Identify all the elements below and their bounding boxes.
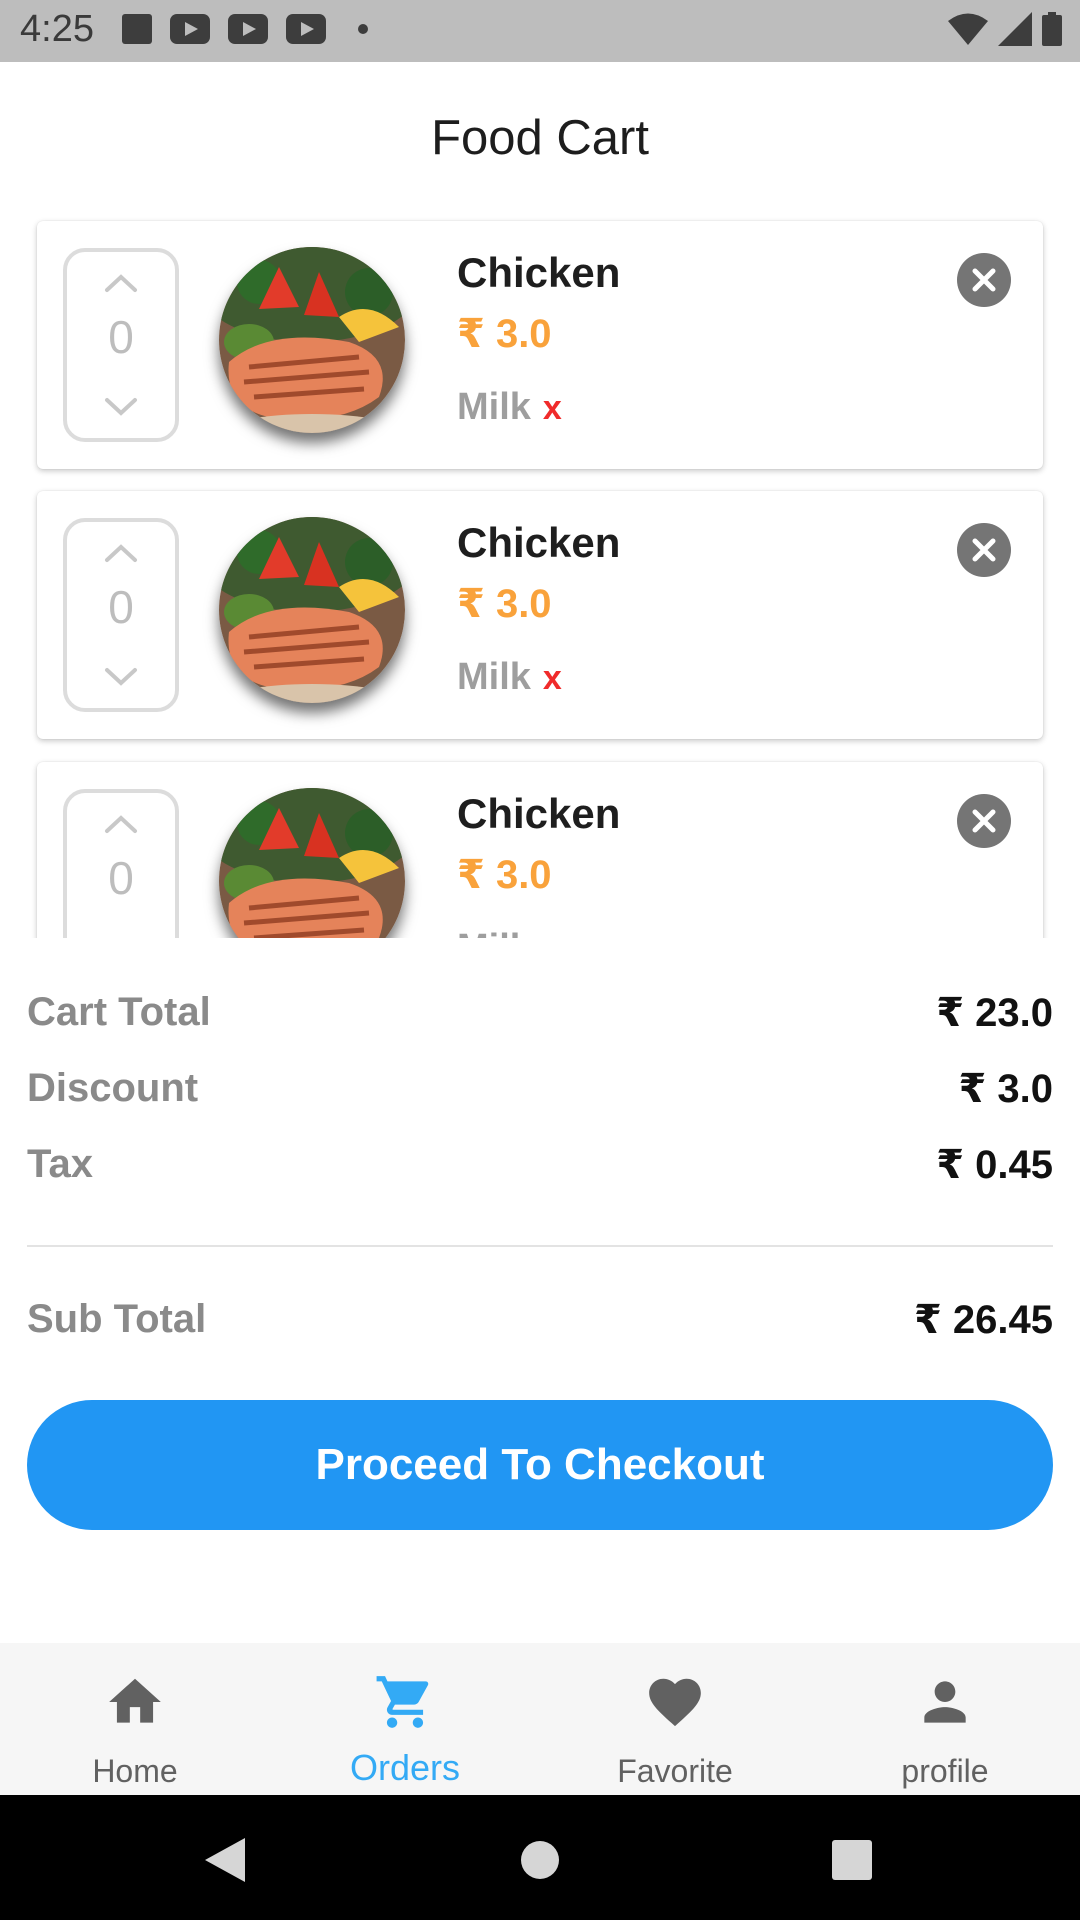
quantity-decrease-button[interactable] bbox=[67, 923, 175, 938]
nav-item-home[interactable]: Home bbox=[0, 1643, 270, 1795]
close-icon bbox=[972, 538, 996, 562]
close-icon bbox=[972, 809, 996, 833]
quantity-increase-button[interactable] bbox=[67, 258, 175, 308]
recents-square-icon[interactable] bbox=[832, 1840, 872, 1880]
chevron-down-icon bbox=[105, 398, 137, 416]
close-icon bbox=[972, 268, 996, 292]
cart-item-card: 0 Chicken ₹ 3.0 Milkx bbox=[37, 221, 1043, 469]
nav-label-home: Home bbox=[92, 1753, 178, 1789]
notification-icons bbox=[122, 14, 368, 44]
item-price: ₹ 3.0 bbox=[457, 853, 552, 897]
back-icon[interactable] bbox=[205, 1838, 245, 1882]
item-addon: Milk x bbox=[457, 927, 562, 938]
remove-item-button[interactable] bbox=[957, 523, 1011, 577]
more-notifications-dot-icon bbox=[358, 24, 368, 34]
remove-addon-button[interactable]: x bbox=[543, 659, 562, 697]
tax-label: Tax bbox=[27, 1142, 93, 1186]
cart-total-row: Cart Total ₹ 23.0 bbox=[27, 990, 1053, 1050]
quantity-increase-button[interactable] bbox=[67, 528, 175, 578]
discount-row: Discount ₹ 3.0 bbox=[27, 1066, 1053, 1126]
quantity-decrease-button[interactable] bbox=[67, 652, 175, 702]
quantity-stepper: 0 bbox=[63, 248, 179, 442]
person-icon bbox=[924, 1681, 966, 1723]
sub-total-label: Sub Total bbox=[27, 1297, 207, 1341]
food-image bbox=[219, 788, 405, 938]
wifi-icon bbox=[948, 13, 988, 45]
cart-item-list[interactable]: 0 Chicken ₹ 3.0 Milk x 0 Chicken ₹ 3.0 M… bbox=[0, 200, 1080, 938]
home-circle-icon[interactable] bbox=[520, 1840, 560, 1880]
item-name: Chicken bbox=[457, 249, 621, 296]
signal-icon bbox=[998, 12, 1032, 46]
food-image bbox=[219, 247, 405, 433]
quantity-increase-button[interactable] bbox=[67, 799, 175, 849]
system-icons bbox=[948, 12, 1062, 46]
quantity-value: 0 bbox=[108, 852, 134, 904]
nav-item-profile[interactable]: profile bbox=[810, 1643, 1080, 1795]
chevron-up-icon bbox=[105, 544, 137, 562]
quantity-stepper: 0 bbox=[63, 789, 179, 938]
food-image bbox=[219, 517, 405, 703]
quantity-stepper: 0 bbox=[63, 518, 179, 712]
remove-item-button[interactable] bbox=[957, 794, 1011, 848]
system-navigation-bar bbox=[0, 1795, 1080, 1920]
sub-total-row: Sub Total ₹ 26.45 bbox=[27, 1297, 1053, 1357]
chevron-up-icon bbox=[105, 815, 137, 833]
quantity-value: 0 bbox=[108, 581, 134, 633]
status-time: 4:25 bbox=[20, 8, 94, 50]
addon-label: Milk bbox=[457, 656, 531, 698]
nav-label-orders: Orders bbox=[349, 1747, 461, 1788]
quantity-decrease-button[interactable] bbox=[67, 382, 175, 432]
status-bar: 4:25 bbox=[0, 0, 1080, 62]
item-price: ₹ 3.0 bbox=[457, 312, 552, 356]
tax-value: ₹ 0.45 bbox=[936, 1143, 1053, 1187]
cart-item-card: 0 Chicken ₹ 3.0 Milk x bbox=[37, 762, 1043, 938]
item-name: Chicken bbox=[457, 519, 621, 566]
summary-divider bbox=[27, 1245, 1053, 1247]
youtube-icon bbox=[286, 14, 326, 44]
youtube-icon bbox=[228, 14, 268, 44]
cart-item-card: 0 Chicken ₹ 3.0 Milkx bbox=[37, 491, 1043, 739]
battery-icon bbox=[1042, 12, 1062, 46]
remove-addon-button[interactable]: x bbox=[543, 389, 562, 427]
discount-value: ₹ 3.0 bbox=[958, 1067, 1053, 1111]
page-title: Food Cart bbox=[431, 111, 649, 165]
cart-total-label: Cart Total bbox=[27, 990, 211, 1034]
home-icon bbox=[109, 1678, 161, 1723]
remove-item-button[interactable] bbox=[957, 253, 1011, 307]
remove-addon-button[interactable]: x bbox=[543, 930, 562, 938]
sub-total-value: ₹ 26.45 bbox=[913, 1298, 1053, 1342]
item-price: ₹ 3.0 bbox=[457, 582, 552, 626]
addon-label: Milk bbox=[457, 927, 531, 938]
cart-total-value: ₹ 23.0 bbox=[936, 991, 1053, 1035]
addon-label: Milk bbox=[457, 386, 531, 428]
nav-item-favorite[interactable]: Favorite bbox=[540, 1643, 810, 1795]
item-addon: Milkx bbox=[457, 386, 562, 429]
proceed-to-checkout-button[interactable]: Proceed To Checkout bbox=[27, 1400, 1053, 1530]
bottom-navigation: Home Orders Favorite profile bbox=[0, 1643, 1080, 1795]
item-addon: Milkx bbox=[457, 656, 562, 699]
discount-label: Discount bbox=[27, 1066, 199, 1110]
nav-item-orders[interactable]: Orders bbox=[270, 1643, 540, 1795]
notification-square-icon bbox=[122, 14, 152, 44]
item-name: Chicken bbox=[457, 790, 621, 837]
nav-label-favorite: Favorite bbox=[617, 1753, 733, 1789]
heart-icon bbox=[649, 1678, 701, 1727]
cart-icon bbox=[376, 1676, 429, 1728]
tax-row: Tax ₹ 0.45 bbox=[27, 1142, 1053, 1202]
nav-label-profile: profile bbox=[901, 1753, 989, 1789]
chevron-down-icon bbox=[105, 668, 137, 686]
chevron-up-icon bbox=[105, 274, 137, 292]
quantity-value: 0 bbox=[108, 311, 134, 363]
youtube-icon bbox=[170, 14, 210, 44]
